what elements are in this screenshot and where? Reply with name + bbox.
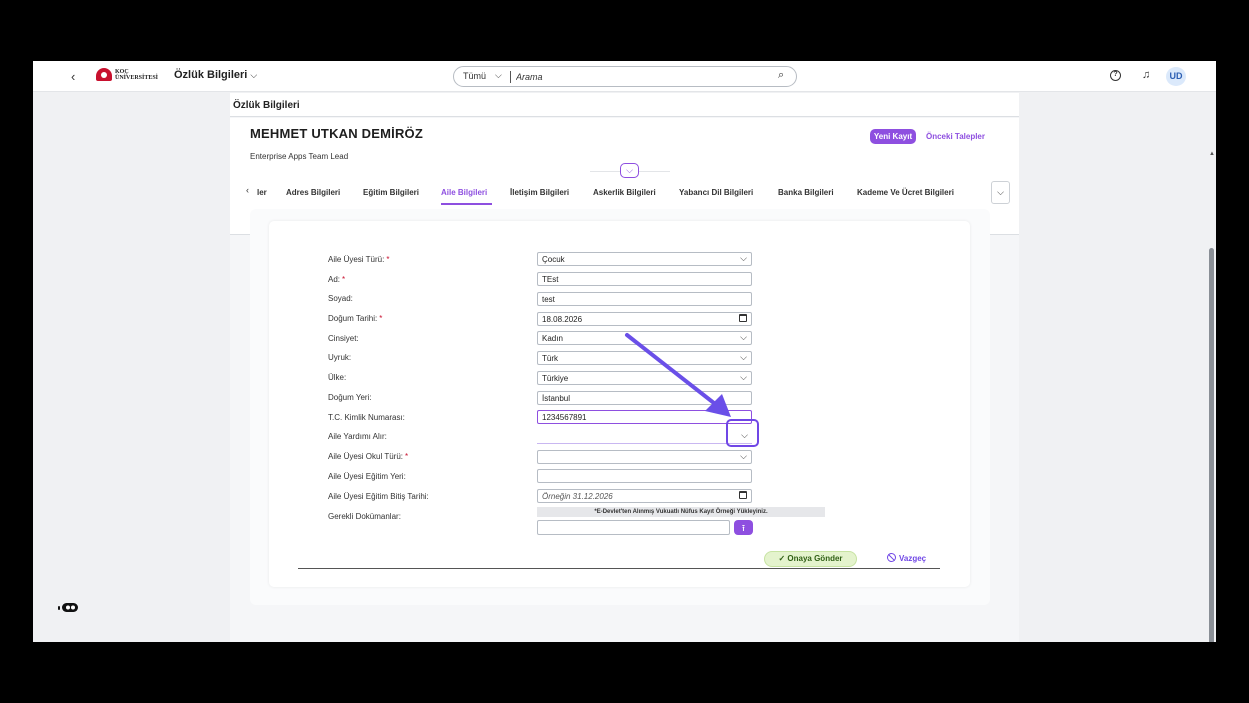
submit-for-approval-button[interactable]: ✓ Onaya Gönder xyxy=(764,551,857,567)
back-icon[interactable]: ‹ xyxy=(71,69,75,84)
label-country: Ülke: xyxy=(328,373,347,382)
education-end-date-input[interactable]: Örneğin 31.12.2026 xyxy=(537,489,752,503)
scroll-thumb[interactable] xyxy=(1209,248,1214,642)
logo-text-2: ÜNİVERSİTESİ xyxy=(115,74,159,81)
avatar[interactable]: UD xyxy=(1166,67,1186,86)
label-gender: Cinsiyet: xyxy=(328,334,359,343)
label-birth-place: Doğum Yeri: xyxy=(328,393,372,402)
employee-role: Enterprise Apps Team Lead xyxy=(250,152,349,161)
ban-icon xyxy=(887,553,896,562)
chevron-down-icon: ⌵ xyxy=(740,332,747,342)
label-last-name: Soyad: xyxy=(328,294,353,303)
label-nationality: Uyruk: xyxy=(328,353,352,362)
tab-language[interactable]: Yabancı Dil Bilgileri xyxy=(679,188,753,197)
section-title: Özlük Bilgileri xyxy=(230,93,1019,117)
family-aid-select[interactable]: ⌵ xyxy=(537,430,752,444)
employee-name: MEHMET UTKAN DEMİRÖZ xyxy=(250,126,423,141)
label-required-documents: Gerekli Dokümanlar: xyxy=(328,512,401,521)
upload-notice: *E-Devlet'ten Alınmış Vukuatlı Nüfus Kay… xyxy=(537,507,825,517)
first-name-input[interactable]: TEst xyxy=(537,272,752,286)
university-logo[interactable]: KOÇ ÜNİVERSİTESİ xyxy=(96,68,158,81)
search-input[interactable] xyxy=(516,70,766,83)
upload-icon[interactable]: ⭱ xyxy=(734,520,753,535)
active-tab-indicator xyxy=(441,203,492,205)
label-education-place: Aile Üyesi Eğitim Yeri: xyxy=(328,472,406,481)
education-place-input[interactable] xyxy=(537,469,752,483)
vertical-scrollbar[interactable]: ▲ ▼ xyxy=(1207,148,1216,642)
app-title-menu[interactable]: Özlük Bilgileri ⌵ xyxy=(174,69,257,81)
member-type-select[interactable]: Çocuk ⌵ xyxy=(537,252,752,266)
annotation-arrow-icon xyxy=(625,333,731,417)
school-type-select[interactable]: ⌵ xyxy=(537,450,752,464)
main-panel: Özlük Bilgileri MEHMET UTKAN DEMİRÖZ Ent… xyxy=(230,93,1216,642)
new-record-button[interactable]: Yeni Kayıt xyxy=(870,129,916,144)
chevron-down-icon: ⌵ xyxy=(740,451,747,461)
tab-bank[interactable]: Banka Bilgileri xyxy=(778,188,834,197)
app-title: Özlük Bilgileri xyxy=(174,69,248,81)
label-first-name: Ad: * xyxy=(328,275,346,284)
app-window: ‹ KOÇ ÜNİVERSİTESİ Özlük Bilgileri ⌵ Tümü… xyxy=(33,61,1216,642)
tab-military[interactable]: Askerlik Bilgileri xyxy=(593,188,656,197)
search-bar: Tümü ⌵ ⌕ xyxy=(453,66,797,87)
label-national-id: T.C. Kimlik Numarası: xyxy=(328,413,405,422)
tab-contact[interactable]: İletişim Bilgileri xyxy=(510,188,569,197)
chevron-down-icon: ⌵ xyxy=(740,253,747,263)
chevron-down-icon: ⌵ xyxy=(740,372,747,382)
collapse-header-button[interactable]: ⌵ xyxy=(620,163,639,178)
chevron-down-icon[interactable]: ⌵ xyxy=(495,70,502,81)
tab-bar: ‹ ler Adres Bilgileri Eğitim Bilgileri A… xyxy=(230,180,1019,205)
chatbot-icon[interactable] xyxy=(58,601,80,615)
tabs-scroll-left-icon[interactable]: ‹ xyxy=(246,185,249,195)
label-member-type: Aile Üyesi Türü: * xyxy=(328,255,390,264)
tab-address[interactable]: Adres Bilgileri xyxy=(286,188,340,197)
search-icon[interactable]: ⌕ xyxy=(778,69,784,82)
top-bar: ‹ KOÇ ÜNİVERSİTESİ Özlük Bilgileri ⌵ Tümü… xyxy=(33,61,1216,92)
form-container: Aile Üyesi Türü: * Çocuk ⌵ Ad: * TEst Soyad… xyxy=(250,209,990,605)
tab-education[interactable]: Eğitim Bilgileri xyxy=(363,188,419,197)
scroll-up-icon[interactable]: ▲ xyxy=(1209,151,1215,157)
cancel-button[interactable]: Vazgeç xyxy=(887,553,926,563)
bell-icon[interactable]: ♫ xyxy=(1142,69,1150,81)
search-scope[interactable]: Tümü xyxy=(463,71,486,81)
logo-mark-icon xyxy=(96,68,112,81)
label-family-aid: Aile Yardımı Alır: xyxy=(328,432,387,441)
document-file-field[interactable] xyxy=(537,520,730,535)
calendar-icon xyxy=(739,314,747,322)
tabs-more-button[interactable]: ⌵ xyxy=(991,181,1010,204)
calendar-icon xyxy=(739,491,747,499)
family-member-form: Aile Üyesi Türü: * Çocuk ⌵ Ad: * TEst Soyad… xyxy=(269,221,970,587)
label-school-type: Aile Üyesi Okul Türü: * xyxy=(328,452,409,461)
chevron-down-icon: ⌵ xyxy=(740,352,747,362)
previous-requests-link[interactable]: Önceki Talepler xyxy=(926,132,985,141)
annotation-highlight-box xyxy=(726,419,759,447)
birth-date-input[interactable]: 18.08.2026 xyxy=(537,312,752,326)
help-icon[interactable]: ? xyxy=(1110,70,1121,81)
chevron-down-icon: ⌵ xyxy=(250,70,258,80)
label-education-end-date: Aile Üyesi Eğitim Bitiş Tarihi: xyxy=(328,492,429,501)
tab-partial[interactable]: ler xyxy=(257,188,267,197)
label-birth-date: Doğum Tarihi: * xyxy=(328,314,383,323)
tab-family[interactable]: Aile Bilgileri xyxy=(441,188,487,197)
last-name-input[interactable]: test xyxy=(537,292,752,306)
tab-grade-salary[interactable]: Kademe Ve Ücret Bilgileri xyxy=(857,188,954,197)
